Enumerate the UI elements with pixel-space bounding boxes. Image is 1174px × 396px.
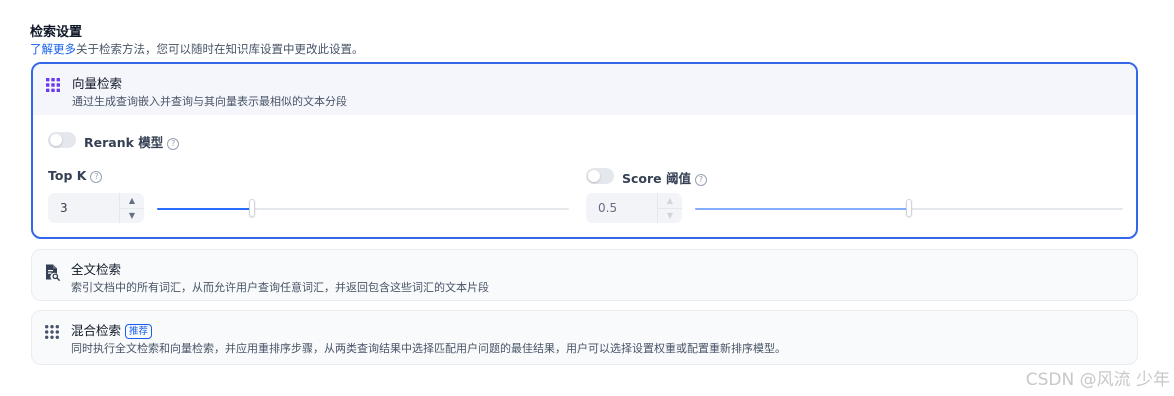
rerank-label: Rerank 模型 <box>84 135 164 150</box>
score-stepper[interactable]: ▲ ▼ <box>657 193 682 223</box>
vector-search-desc: 通过生成查询嵌入并查询与其向量表示最相似的文本分段 <box>72 95 347 108</box>
help-icon[interactable]: ? <box>167 138 180 150</box>
topk-value: 3 <box>60 201 68 215</box>
score-threshold-value: 0.5 <box>598 201 618 215</box>
hybrid-search-option[interactable]: 混合检索 推荐 同时执行全文检索和向量检索，并应用重排序步骤，从两类查询结果中选择… <box>31 310 1138 365</box>
rerank-toggle[interactable] <box>48 132 76 148</box>
recommended-badge: 推荐 <box>125 324 153 339</box>
score-threshold-input[interactable]: 0.5 ▲ ▼ <box>586 193 682 223</box>
vector-search-title: 向量检索 <box>72 76 123 91</box>
vector-search-header: 向量检索 通过生成查询嵌入并查询与其向量表示最相似的文本分段 <box>33 64 1136 115</box>
score-slider-thumb[interactable] <box>906 199 912 217</box>
document-search-icon <box>46 264 60 281</box>
score-threshold-slider[interactable] <box>695 199 1123 217</box>
fulltext-search-option[interactable]: 全文检索 索引文档中的所有词汇，从而允许用户查询任意词汇，并返回包含这些词汇的文… <box>31 249 1138 301</box>
fulltext-search-desc: 索引文档中的所有词汇，从而允许用户查询任意词汇，并返回包含这些词汇的文本片段 <box>71 281 489 294</box>
chevron-down-icon[interactable]: ▼ <box>120 208 144 223</box>
topk-stepper[interactable]: ▲ ▼ <box>119 193 144 223</box>
subtitle-text: 关于检索方法，您可以随时在知识库设置中更改此设置。 <box>76 42 364 56</box>
hybrid-search-desc: 同时执行全文检索和向量检索，并应用重排序步骤，从两类查询结果中选择匹配用户问题的… <box>71 342 786 355</box>
hybrid-search-title-row: 混合检索 推荐 <box>71 320 153 339</box>
score-label-row: Score 阈值? <box>622 168 707 187</box>
vector-search-option[interactable]: 向量检索 通过生成查询嵌入并查询与其向量表示最相似的文本分段 Rerank 模型… <box>31 62 1138 239</box>
topk-slider[interactable] <box>157 199 569 217</box>
chevron-up-icon[interactable]: ▲ <box>658 193 682 209</box>
grid-icon <box>45 325 59 339</box>
help-icon[interactable]: ? <box>90 171 103 183</box>
hybrid-search-title: 混合检索 <box>71 323 122 338</box>
score-threshold-label: Score 阈值 <box>622 171 691 186</box>
chevron-up-icon[interactable]: ▲ <box>120 193 144 209</box>
help-icon[interactable]: ? <box>695 174 707 186</box>
score-threshold-toggle[interactable] <box>586 168 614 184</box>
grid-icon <box>46 78 60 92</box>
retrieval-settings-page: 检索设置 了解更多关于检索方法，您可以随时在知识库设置中更改此设置。 向量检索 <box>0 0 1174 396</box>
watermark: CSDN @风流 少年 <box>1025 370 1170 390</box>
topk-slider-fill <box>157 208 252 210</box>
topk-input[interactable]: 3 ▲ ▼ <box>48 193 144 223</box>
topk-slider-thumb[interactable] <box>248 199 255 217</box>
fulltext-search-title: 全文检索 <box>71 262 122 277</box>
topk-label-row: Top K? <box>48 168 103 183</box>
section-title: 检索设置 <box>30 25 83 40</box>
section-subtitle: 了解更多关于检索方法，您可以随时在知识库设置中更改此设置。 <box>30 41 364 57</box>
chevron-down-icon[interactable]: ▼ <box>658 208 682 223</box>
rerank-label-row: Rerank 模型? <box>84 132 180 151</box>
score-slider-fill <box>695 208 909 210</box>
learn-more-link[interactable]: 了解更多 <box>30 42 76 56</box>
topk-label: Top K <box>48 168 87 183</box>
